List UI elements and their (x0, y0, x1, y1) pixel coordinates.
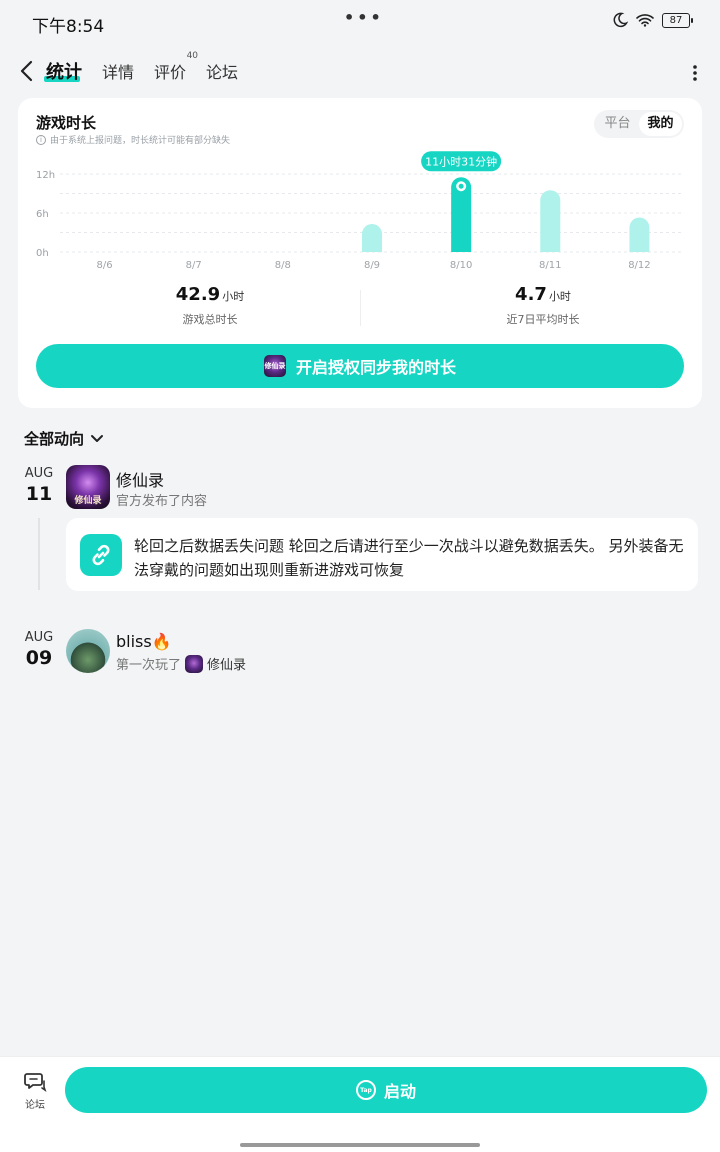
feed-item-name[interactable]: bliss🔥 (116, 632, 172, 651)
toggle-mine[interactable]: 我的 (639, 112, 682, 136)
status-time: 下午8:54 (32, 17, 105, 37)
avg-playtime: 4.7 小时 近7日平均时长 (393, 284, 693, 327)
forum-chat-icon (24, 1073, 47, 1092)
status-icons: 87 (612, 12, 693, 28)
avg-playtime-value: 4.7 (515, 284, 547, 305)
bottom-bar: 论坛 Tap 启动 (0, 1056, 720, 1152)
total-playtime-unit: 小时 (222, 290, 245, 303)
forum-label: 论坛 (25, 1100, 45, 1111)
feed-item-subtitle: 官方发布了内容 (116, 494, 208, 509)
reviews-count-badge: 40 (186, 51, 199, 61)
playtime-note-text: 由于系统上报问题，时长统计可能有部分缺失 (50, 136, 231, 146)
tab-forum[interactable]: 论坛 (206, 59, 238, 83)
feed-item-action: 第一次玩了 (116, 658, 182, 673)
playtime-title: 游戏时长 (36, 114, 97, 132)
feed-item-day: 11 (25, 483, 53, 505)
toggle-platform[interactable]: 平台 (596, 112, 639, 136)
feed-item-subtitle: 第一次玩了 修仙录 (116, 654, 246, 673)
tab-bar: 统计 详情 评价 40 论坛 (44, 51, 238, 84)
feed-item-game-name[interactable]: 修仙录 (207, 654, 246, 673)
tab-reviews[interactable]: 评价 40 (154, 51, 198, 83)
feed-item-month: AUG (24, 466, 54, 481)
total-playtime-value: 42.9 (175, 284, 221, 305)
playtime-stats-card: 游戏时长 i 由于系统上报问题，时长统计可能有部分缺失 平台 我的 12h 6h 0… (18, 98, 702, 408)
chart-x-tick-label: 8/7 (186, 260, 202, 271)
thread-line (38, 518, 40, 590)
feed-item-name[interactable]: 修仙录 (116, 467, 164, 491)
feed-item-month: AUG (24, 630, 54, 645)
tab-reviews-label: 评价 (154, 63, 187, 82)
feed-header-label: 全部动向 (24, 430, 85, 448)
feed-filter-dropdown[interactable]: 全部动向 (24, 428, 104, 449)
back-arrow-icon[interactable] (16, 58, 38, 84)
total-playtime: 42.9 小时 游戏总时长 (60, 284, 360, 327)
chart-bar (629, 217, 650, 252)
chart-x-tick-label: 8/8 (275, 260, 291, 271)
moon-icon (613, 12, 628, 28)
link-icon (80, 534, 122, 576)
launch-label: 启动 (383, 1082, 416, 1101)
chart-x-tick-label: 8/11 (539, 260, 561, 271)
avg-playtime-value-row: 4.7 小时 (393, 284, 693, 305)
forum-button[interactable]: 论坛 (18, 1071, 52, 1111)
status-bar: 下午8:54 ••• 87 (0, 0, 720, 44)
chain-link-icon (92, 544, 110, 566)
playtime-bar-chart: 12h 6h 0h 8/6 8/7 8/8 8/9 11小时31分钟 8/10 8/11 8/12 (36, 151, 684, 271)
platform-mine-toggle: 平台 我的 (594, 110, 684, 138)
game-icon (185, 654, 204, 673)
chart-y-tick-label: 12h (36, 170, 55, 181)
game-avatar[interactable]: 修仙录 (66, 465, 110, 509)
post-text: 轮回之后数据丢失问题 轮回之后请进行至少一次战斗以避免数据丢失。 另外装备无法穿… (134, 537, 684, 579)
stat-divider (360, 290, 361, 326)
launch-button[interactable]: Tap 启动 (65, 1067, 707, 1113)
avg-playtime-unit: 小时 (548, 290, 571, 303)
chart-value-label: 11小时31分钟 (425, 154, 497, 168)
feed-item-day: 09 (25, 647, 53, 669)
post-card[interactable]: 轮回之后数据丢失问题 轮回之后请进行至少一次战斗以避免数据丢失。 另外装备无法穿… (66, 518, 698, 591)
sync-playtime-label: 开启授权同步我的时长 (295, 358, 456, 377)
total-playtime-value-row: 42.9 小时 (60, 284, 360, 305)
chart-bar (362, 224, 382, 252)
more-options-icon[interactable] (692, 64, 698, 82)
playtime-note: i 由于系统上报问题，时长统计可能有部分缺失 (36, 133, 230, 146)
taptap-icon: Tap (355, 1080, 376, 1100)
game-icon: 修仙录 (263, 355, 286, 377)
chart-x-tick-label: 8/6 (97, 260, 113, 271)
total-playtime-label: 游戏总时长 (182, 313, 238, 326)
chart-y-tick-label: 0h (36, 248, 49, 259)
chart-x-tick-label: 8/10 (450, 260, 472, 271)
battery-icon: 87 (662, 12, 693, 28)
chart-x-tick-label: 8/12 (628, 260, 650, 271)
info-icon: i (36, 134, 46, 145)
chart-y-tick-label: 6h (36, 209, 49, 220)
sync-playtime-button[interactable]: 修仙录 开启授权同步我的时长 (36, 344, 684, 388)
home-indicator[interactable] (240, 1143, 480, 1147)
chart-bar (540, 190, 561, 252)
user-avatar[interactable] (66, 629, 110, 673)
avg-playtime-label: 近7日平均时长 (506, 313, 580, 326)
wifi-icon (636, 14, 654, 27)
tab-details[interactable]: 详情 (102, 59, 134, 83)
chart-x-tick-label: 8/9 (364, 260, 380, 271)
chevron-down-icon (91, 434, 104, 442)
top-nav: 统计 详情 评价 40 论坛 (0, 50, 720, 94)
tab-stats[interactable]: 统计 (44, 58, 82, 84)
multitask-dots-icon[interactable]: ••• (344, 8, 384, 27)
chart-bar-marker-dot (458, 183, 464, 189)
